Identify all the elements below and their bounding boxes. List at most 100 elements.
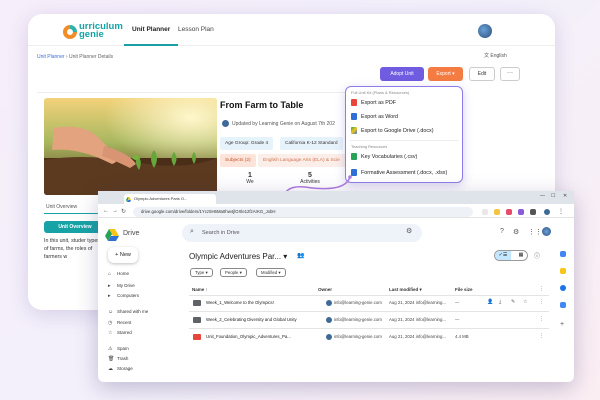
- minimize-button[interactable]: —: [540, 193, 545, 199]
- breadcrumb-current: Unit Planner Details: [68, 54, 114, 60]
- breadcrumb-root[interactable]: Unit Planner: [37, 54, 65, 60]
- forward-arrow-icon[interactable]: →: [112, 208, 118, 214]
- row-menu-icon[interactable]: ⋮: [539, 316, 544, 322]
- list-view-icon[interactable]: ✓☰: [495, 251, 511, 260]
- search-icon: ⌕: [190, 228, 194, 235]
- row-menu-icon[interactable]: ⋮: [539, 299, 544, 305]
- star-icon[interactable]: ☆: [523, 299, 527, 305]
- tab-lesson-plan[interactable]: Lesson Plan: [170, 14, 222, 46]
- nav-home[interactable]: ⌂ Home: [108, 271, 129, 277]
- row-owner: info@learning-genie.com: [326, 300, 382, 306]
- row-divider: [189, 328, 549, 329]
- column-options-icon[interactable]: ⋮: [539, 286, 544, 292]
- export-pdf-item[interactable]: Export as PDF: [351, 98, 396, 108]
- export-google-drive-item[interactable]: Export to Google Drive (.docx): [351, 126, 434, 136]
- shared-folder-icon: 👥: [297, 253, 305, 259]
- word-icon: [351, 113, 357, 121]
- rename-icon[interactable]: ✎: [511, 299, 515, 305]
- drive-main-panel: [183, 246, 553, 382]
- nav-shared-with-me[interactable]: ☺ Shared with me: [108, 309, 148, 315]
- column-file-size[interactable]: File size: [455, 287, 473, 292]
- filter-people[interactable]: People ▾: [220, 268, 247, 277]
- column-name[interactable]: Name ↑: [192, 287, 208, 292]
- row-size: —: [455, 317, 460, 322]
- row-size: 4.4 MB: [455, 334, 469, 339]
- unit-intro-text: In this unit, studer types of farms, the…: [44, 238, 100, 260]
- owner-avatar: [326, 334, 332, 340]
- account-avatar[interactable]: [542, 227, 551, 236]
- row-menu-icon[interactable]: ⋮: [539, 333, 544, 339]
- star-icon[interactable]: [482, 209, 488, 215]
- help-icon[interactable]: ?: [500, 228, 504, 235]
- row-modified: Aug 21, 2024 info@learning...: [389, 300, 446, 305]
- nav-computers[interactable]: ▸ Computers: [108, 293, 139, 299]
- row-size: —: [455, 300, 460, 305]
- row-owner: info@learning-genie.com: [326, 334, 382, 340]
- tasks-icon[interactable]: [560, 285, 566, 291]
- search-input[interactable]: Search in Drive: [202, 230, 240, 236]
- unit-title: From Farm to Table: [220, 100, 304, 110]
- key-vocabularies-item[interactable]: Key Vocabularies (.csv): [351, 152, 417, 162]
- keep-icon[interactable]: [560, 268, 566, 274]
- url-input[interactable]: drive.google.com/drive/folders/1Ycz5H6Ma…: [133, 207, 473, 217]
- folder-icon: [193, 300, 201, 306]
- reload-icon[interactable]: ↻: [121, 208, 126, 215]
- row-name[interactable]: Unit_Foundation_Olympic_Adventures_Pa...: [206, 334, 291, 339]
- google-drive-logo-icon: [105, 229, 119, 241]
- extension-icon[interactable]: [506, 209, 512, 215]
- pdf-icon: [351, 99, 357, 107]
- curriculum-genie-logo-icon: [63, 25, 77, 39]
- edit-button[interactable]: Edit: [469, 67, 495, 81]
- language-selector[interactable]: 文 English: [484, 52, 507, 59]
- add-addon-icon[interactable]: +: [560, 321, 566, 328]
- row-name[interactable]: Week_2_Celebrating Diversity and Global …: [206, 317, 297, 322]
- filter-type[interactable]: Type ▾: [190, 268, 213, 277]
- nav-spam[interactable]: ⚠ Spam: [108, 346, 129, 352]
- unit-overview-tab[interactable]: Unit Overview: [46, 204, 77, 212]
- profile-icon[interactable]: [544, 209, 550, 215]
- maximize-button[interactable]: ☐: [551, 193, 555, 199]
- new-button[interactable]: + New: [108, 247, 138, 263]
- nav-starred[interactable]: ☆ Starred: [108, 330, 132, 336]
- drive-favicon-icon: [126, 197, 131, 202]
- extension-icon[interactable]: [518, 209, 524, 215]
- column-last-modified[interactable]: Last modified ▾: [389, 287, 422, 293]
- row-name[interactable]: Week_1_Welcome to the Olympics!: [206, 300, 274, 305]
- browser-tab[interactable]: Olympic Adventures Paris O...: [124, 194, 216, 204]
- nav-recent[interactable]: ◷ Recent: [108, 320, 131, 326]
- column-owner[interactable]: Owner: [318, 287, 332, 292]
- info-icon[interactable]: ⓘ: [534, 251, 540, 260]
- calendar-icon[interactable]: [560, 251, 566, 257]
- nav-storage[interactable]: ☁ Storage: [108, 366, 133, 372]
- row-divider: [189, 311, 549, 312]
- puzzle-icon[interactable]: [530, 209, 536, 215]
- share-icon[interactable]: 👤: [487, 299, 493, 305]
- nav-trash[interactable]: 🗑 Trash: [108, 356, 128, 362]
- more-button[interactable]: ···: [500, 67, 520, 81]
- standard-chip: California K-12 Standard: [280, 137, 343, 150]
- export-word-item[interactable]: Export as Word: [351, 112, 398, 122]
- age-group-chip: Age Group: Grade 4: [220, 137, 274, 150]
- drive-app-title: Drive: [123, 230, 140, 237]
- adopt-unit-button[interactable]: Adopt Unit: [380, 67, 424, 81]
- download-icon[interactable]: ⤓: [499, 299, 501, 305]
- user-avatar[interactable]: [478, 24, 492, 38]
- extension-icon[interactable]: [494, 209, 500, 215]
- apps-grid-icon[interactable]: ⋮⋮: [528, 228, 542, 236]
- contacts-icon[interactable]: [560, 302, 566, 308]
- search-options-icon[interactable]: ⚙: [406, 227, 412, 235]
- tab-underline: [44, 213, 98, 214]
- settings-icon[interactable]: ⚙: [513, 228, 519, 236]
- back-arrow-icon[interactable]: ←: [103, 208, 109, 214]
- export-button[interactable]: Export ▾: [428, 67, 463, 81]
- row-modified: Aug 21, 2024 info@learning...: [389, 317, 446, 322]
- nav-my-drive[interactable]: ▸ My Drive: [108, 283, 135, 289]
- grid-view-icon[interactable]: ▦: [515, 251, 527, 260]
- filter-modified[interactable]: Modified ▾: [256, 268, 286, 277]
- folder-title[interactable]: Olympic Adventures Par... ▾: [189, 252, 287, 261]
- subjects-value-chip: English Language Arts (ELA) & Scie: [258, 154, 346, 167]
- menu-kebab-icon[interactable]: ⋮: [558, 209, 564, 215]
- owner-avatar: [326, 317, 332, 323]
- unit-overview-heading: Unit Overview: [44, 221, 106, 233]
- close-window-button[interactable]: ✕: [563, 193, 567, 199]
